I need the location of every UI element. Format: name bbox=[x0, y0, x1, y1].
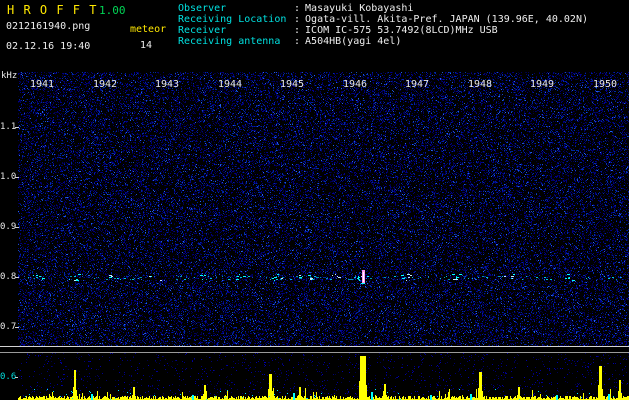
x-tick-label: 1942 bbox=[93, 79, 118, 90]
y-tick-mark bbox=[15, 127, 19, 128]
observation-datetime: 02.12.16 19:40 bbox=[6, 41, 91, 52]
y-tick-label: 0.9 bbox=[0, 222, 17, 232]
y-tick-label: 0.6 bbox=[0, 372, 17, 382]
y-tick-mark bbox=[15, 227, 19, 228]
x-tick-label: 1944 bbox=[218, 79, 243, 90]
y-tick-label: 1.0 bbox=[0, 172, 17, 182]
signal-level-canvas bbox=[18, 353, 629, 400]
info-row: Receiving Location: Ogata-vill. Akita-Pre… bbox=[178, 14, 588, 25]
x-tick-label: 1945 bbox=[280, 79, 305, 90]
app-title: H R O F F T bbox=[7, 3, 98, 17]
info-label: Receiving Location bbox=[178, 14, 287, 25]
meteor-count: 14 bbox=[140, 40, 153, 51]
info-value: A504HB(yagi 4el) bbox=[305, 36, 402, 47]
station-info-block: Observer: Masayuki Kobayashi Receiving Lo… bbox=[178, 3, 588, 47]
y-tick-label: 0.7 bbox=[0, 322, 17, 332]
y-tick-label: 0.8 bbox=[0, 272, 17, 282]
separator-line-top bbox=[0, 346, 629, 347]
app-version: 1.00 bbox=[99, 4, 126, 17]
info-value: ICOM IC-575 53.7492(8LCD)MHz USB bbox=[305, 25, 498, 36]
output-filename: 0212161940.png bbox=[6, 21, 91, 32]
info-row: Receiving antenna: A504HB(yagi 4el) bbox=[178, 36, 588, 47]
mode-label: meteor bbox=[130, 24, 167, 35]
x-tick-label: 1949 bbox=[530, 79, 555, 90]
info-separator: : bbox=[294, 36, 301, 47]
hrofft-output-screen: H R O F F T 1.00 0212161940.png meteor 0… bbox=[0, 0, 629, 400]
x-tick-label: 1943 bbox=[155, 79, 180, 90]
y-axis-unit-label: kHz bbox=[1, 71, 18, 81]
info-value: Masayuki Kobayashi bbox=[305, 3, 414, 14]
y-tick-label: 1.1 bbox=[0, 122, 17, 132]
x-tick-label: 1946 bbox=[343, 79, 368, 90]
info-separator: : bbox=[294, 25, 301, 36]
info-row: Receiver: ICOM IC-575 53.7492(8LCD)MHz US… bbox=[178, 25, 588, 36]
y-tick-mark bbox=[15, 277, 19, 278]
info-label: Receiving antenna bbox=[178, 36, 281, 47]
x-tick-label: 1948 bbox=[468, 79, 493, 90]
x-tick-label: 1947 bbox=[405, 79, 430, 90]
y-tick-mark bbox=[15, 327, 19, 328]
info-label: Receiver bbox=[178, 25, 227, 36]
info-separator: : bbox=[294, 3, 301, 14]
x-tick-label: 1941 bbox=[30, 79, 55, 90]
spectrogram-canvas bbox=[18, 72, 629, 346]
info-label: Observer bbox=[178, 3, 227, 14]
info-separator: : bbox=[294, 14, 301, 25]
info-row: Observer: Masayuki Kobayashi bbox=[178, 3, 588, 14]
y-tick-mark bbox=[15, 177, 19, 178]
info-value: Ogata-vill. Akita-Pref. JAPAN (139.96E, … bbox=[305, 14, 588, 25]
x-tick-label: 1950 bbox=[593, 79, 618, 90]
